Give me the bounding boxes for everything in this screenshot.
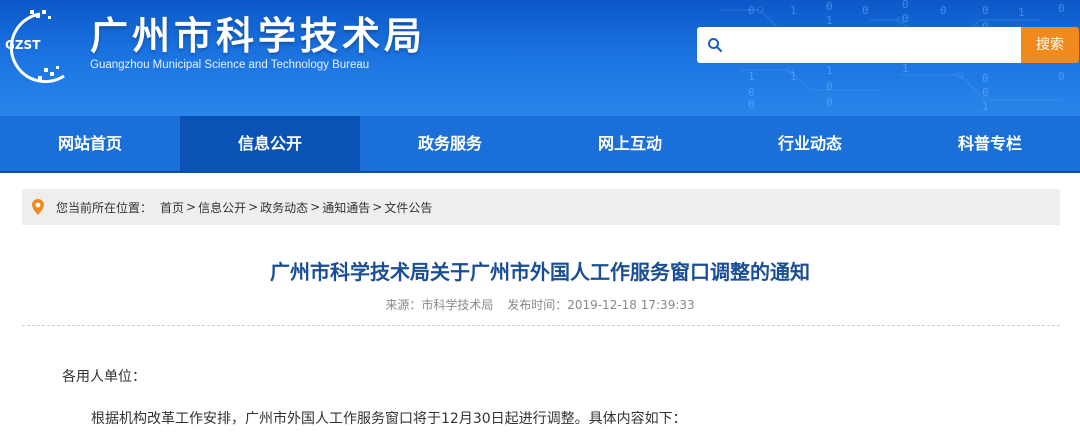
svg-text:0: 0 [826,0,833,13]
location-pin-icon [32,199,44,215]
svg-text:1: 1 [790,70,797,83]
article-meta: 来源：市科学技术局 发布时间：2019-12-18 17:39:33 [0,296,1080,313]
nav-underline [0,171,1080,173]
site-header: 010 000 010 100 111 100 000 001 GZST 广州市… [0,0,1080,116]
article-salutation: 各用人单位： [62,369,146,385]
breadcrumb-separator: > [372,200,383,214]
svg-text:0: 0 [1058,2,1065,15]
article-publish-time: 发布时间：2019-12-18 17:39:33 [507,298,695,312]
nav-item-home[interactable]: 网站首页 [0,116,180,171]
breadcrumb-link-gov-news[interactable]: 政务动态 [260,199,308,216]
svg-text:1: 1 [826,14,833,27]
svg-text:0: 0 [862,4,869,17]
breadcrumb-link-notices[interactable]: 通知通告 [322,199,370,216]
svg-text:0: 0 [902,0,909,11]
svg-text:1: 1 [902,62,909,75]
svg-text:0: 0 [748,98,755,111]
svg-text:1: 1 [790,4,797,17]
breadcrumb-link-file-announcements[interactable]: 文件公告 [384,199,432,216]
nav-item-gov-services[interactable]: 政务服务 [360,116,540,171]
svg-text:0: 0 [1058,70,1065,83]
search-icon [708,38,723,53]
svg-text:1: 1 [1018,6,1025,19]
nav-item-science-column[interactable]: 科普专栏 [900,116,1080,171]
search-input[interactable] [729,33,1014,57]
nav-item-online-interaction[interactable]: 网上互动 [540,116,720,171]
svg-text:1: 1 [748,70,755,83]
svg-text:0: 0 [982,72,989,85]
logo-text: GZST [5,38,41,52]
svg-text:0: 0 [982,4,989,17]
site-title: 广州市科学技术局 [90,14,427,58]
article-source: 来源：市科学技术局 [385,298,494,312]
nav-item-industry-news[interactable]: 行业动态 [720,116,900,171]
article-divider [22,325,1060,326]
breadcrumb: 您当前所在位置： 首页 > 信息公开 > 政务动态 > 通知通告 > 文件公告 [22,189,1060,225]
svg-text:1: 1 [982,100,989,113]
search-box [697,27,1022,63]
breadcrumb-prefix: 您当前所在位置： [56,200,153,215]
breadcrumb-separator: > [186,200,197,214]
search-button[interactable]: 搜索 [1021,27,1079,63]
article-title: 广州市科学技术局关于广州市外国人工作服务窗口调整的通知 [270,260,810,284]
svg-text:0: 0 [748,4,755,17]
nav-item-info-disclosure[interactable]: 信息公开 [180,116,360,171]
svg-text:0: 0 [826,96,833,109]
breadcrumb-link-info-disclosure[interactable]: 信息公开 [198,199,246,216]
article-paragraph: 根据机构改革工作安排，广州市外国人工作服务窗口将于12月30日起进行调整。具体内… [91,411,687,427]
breadcrumb-link-home[interactable]: 首页 [160,199,184,216]
svg-text:0: 0 [982,86,989,99]
svg-text:1: 1 [826,64,833,77]
main-nav: 网站首页 信息公开 政务服务 网上互动 行业动态 科普专栏 [0,116,1080,171]
svg-text:0: 0 [826,80,833,93]
svg-text:0: 0 [902,12,909,25]
site-subtitle: Guangzhou Municipal Science and Technolo… [90,59,370,71]
breadcrumb-separator: > [248,200,259,214]
breadcrumb-separator: > [310,200,321,214]
svg-text:0: 0 [940,4,947,17]
